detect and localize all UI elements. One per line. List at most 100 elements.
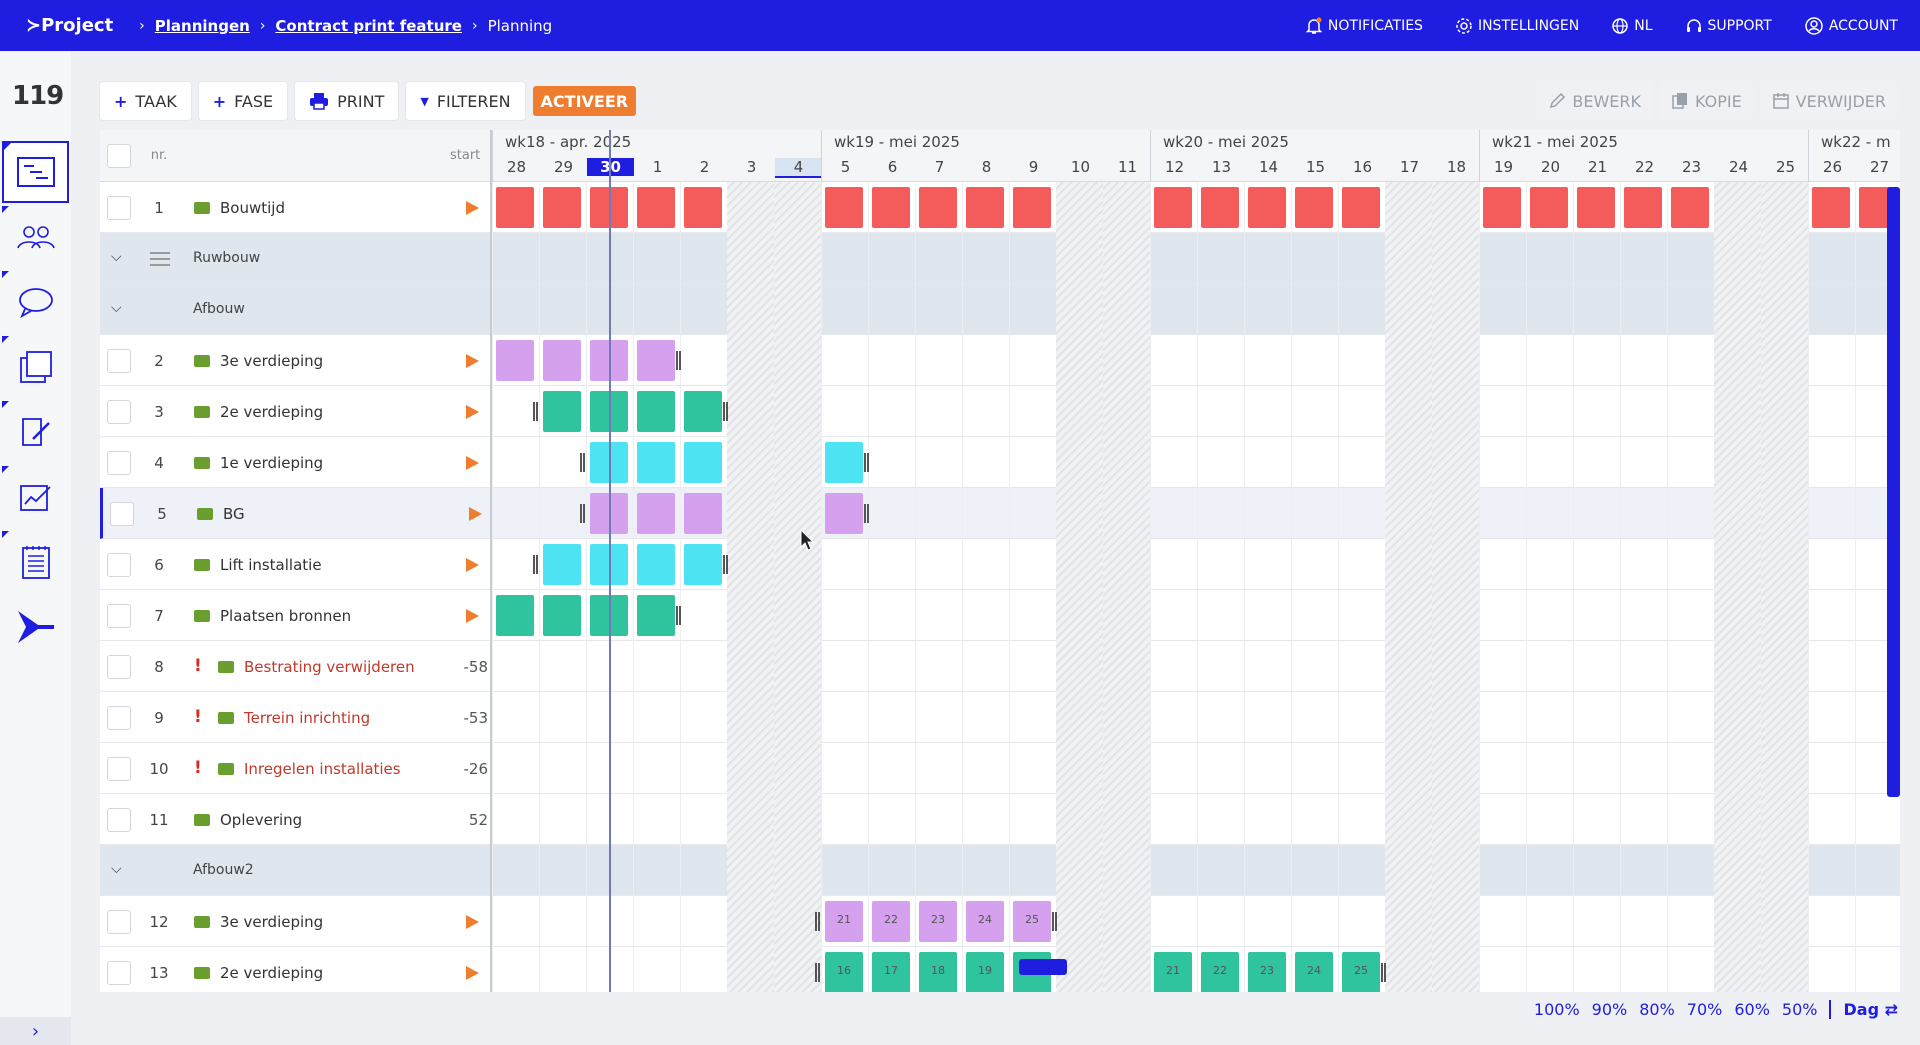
task-name[interactable]: Inregelen installaties — [244, 760, 401, 778]
task-bar[interactable] — [684, 544, 722, 585]
task-bar[interactable]: 18 — [919, 952, 957, 992]
play-icon[interactable] — [466, 456, 479, 470]
task-bar[interactable]: 25 — [1342, 952, 1380, 992]
task-bar[interactable]: 21 — [1154, 952, 1192, 992]
sidebar-item-chat[interactable] — [2, 271, 69, 333]
delete-button[interactable]: VERWIJDER — [1759, 82, 1898, 120]
day-header[interactable]: 6 — [869, 158, 916, 176]
task-name[interactable]: Bestrating verwijderen — [244, 658, 415, 676]
play-icon[interactable] — [466, 609, 479, 623]
task-bar[interactable] — [825, 493, 863, 534]
day-header[interactable]: 19 — [1480, 158, 1527, 176]
task-bar[interactable] — [1154, 187, 1192, 228]
task-name[interactable]: BG — [223, 505, 245, 523]
resize-handle[interactable] — [815, 963, 820, 982]
play-icon[interactable] — [469, 507, 482, 521]
task-bar[interactable] — [1483, 187, 1521, 228]
row-checkbox[interactable] — [107, 706, 131, 730]
envelope-icon[interactable] — [194, 610, 210, 622]
row-checkbox[interactable] — [107, 553, 131, 577]
task-bar[interactable] — [637, 187, 675, 228]
task-bar[interactable] — [637, 493, 675, 534]
vertical-scrollbar[interactable] — [1887, 187, 1900, 797]
sidebar-item-planning[interactable] — [2, 141, 69, 203]
task-bar[interactable]: 16 — [825, 952, 863, 992]
day-header[interactable]: 2 — [681, 158, 728, 176]
resize-handle[interactable] — [1052, 912, 1057, 931]
account-button[interactable]: ACCOUNT — [1804, 16, 1898, 36]
row-checkbox[interactable] — [107, 808, 131, 832]
zoom-option[interactable]: 70% — [1687, 1000, 1723, 1019]
zoom-option[interactable]: 80% — [1639, 1000, 1675, 1019]
task-bar[interactable] — [684, 442, 722, 483]
task-bar[interactable] — [684, 391, 722, 432]
add-phase-button[interactable]: + FASE — [198, 82, 288, 120]
select-all-checkbox[interactable] — [107, 144, 131, 168]
expand-sidebar-button[interactable]: › — [0, 1017, 71, 1045]
resize-handle[interactable] — [533, 402, 538, 421]
task-bar[interactable] — [825, 442, 863, 483]
row-checkbox[interactable] — [110, 502, 134, 526]
play-icon[interactable] — [466, 915, 479, 929]
day-header[interactable]: 15 — [1292, 158, 1339, 176]
menu-icon[interactable] — [150, 252, 170, 266]
play-icon[interactable] — [466, 966, 479, 980]
task-name[interactable]: 1e verdieping — [220, 454, 323, 472]
envelope-icon[interactable] — [194, 202, 210, 214]
task-name[interactable]: Plaatsen bronnen — [220, 607, 351, 625]
play-icon[interactable] — [466, 558, 479, 572]
task-bar[interactable] — [684, 187, 722, 228]
day-header[interactable]: 20 — [1527, 158, 1574, 176]
resize-handle[interactable] — [1381, 963, 1386, 982]
sidebar-item-team[interactable] — [2, 206, 69, 268]
envelope-icon[interactable] — [194, 355, 210, 367]
sidebar-item-documents[interactable] — [2, 336, 69, 398]
task-bar[interactable]: 22 — [872, 901, 910, 942]
chevron-down-icon[interactable]: ⌵ — [111, 861, 122, 877]
day-header[interactable]: 29 — [540, 158, 587, 176]
activate-button[interactable]: ACTIVEER — [532, 86, 637, 116]
task-bar[interactable] — [1248, 187, 1286, 228]
day-header[interactable]: 5 — [822, 158, 869, 176]
brand-logo[interactable]: ≻Project — [26, 15, 113, 36]
task-bar[interactable] — [496, 340, 534, 381]
support-button[interactable]: SUPPORT — [1685, 17, 1772, 35]
day-header[interactable]: 4 — [775, 158, 822, 178]
day-header[interactable]: 10 — [1057, 158, 1104, 176]
task-bar[interactable] — [1342, 187, 1380, 228]
task-bar[interactable] — [1671, 187, 1709, 228]
day-header[interactable]: 22 — [1621, 158, 1668, 176]
day-header[interactable]: 9 — [1010, 158, 1057, 176]
task-bar[interactable] — [1624, 187, 1662, 228]
task-bar[interactable] — [543, 595, 581, 636]
notifications-button[interactable]: NOTIFICATIES — [1305, 17, 1423, 35]
envelope-icon[interactable] — [194, 967, 210, 979]
sidebar-item-home[interactable] — [2, 596, 69, 658]
task-bar[interactable] — [825, 187, 863, 228]
envelope-icon[interactable] — [197, 508, 213, 520]
envelope-icon[interactable] — [218, 712, 234, 724]
row-checkbox[interactable] — [107, 400, 131, 424]
task-bar[interactable]: 19 — [966, 952, 1004, 992]
day-header[interactable]: 3 — [728, 158, 775, 176]
day-header[interactable]: 12 — [1151, 158, 1198, 176]
day-header[interactable]: 16 — [1339, 158, 1386, 176]
zoom-option[interactable]: 60% — [1734, 1000, 1770, 1019]
envelope-icon[interactable] — [194, 916, 210, 928]
task-bar[interactable] — [1201, 187, 1239, 228]
resize-handle[interactable] — [676, 606, 681, 625]
day-header[interactable]: 1 — [634, 158, 681, 176]
resize-handle[interactable] — [864, 453, 869, 472]
resize-handle[interactable] — [864, 504, 869, 523]
task-bar[interactable] — [543, 187, 581, 228]
task-bar[interactable] — [637, 391, 675, 432]
task-bar[interactable]: 17 — [872, 952, 910, 992]
row-checkbox[interactable] — [107, 604, 131, 628]
drag-handle[interactable] — [1019, 959, 1067, 975]
day-header[interactable]: 13 — [1198, 158, 1245, 176]
task-bar[interactable] — [543, 340, 581, 381]
envelope-icon[interactable] — [218, 763, 234, 775]
envelope-icon[interactable] — [218, 661, 234, 673]
task-bar[interactable] — [966, 187, 1004, 228]
language-button[interactable]: NL — [1611, 17, 1653, 35]
